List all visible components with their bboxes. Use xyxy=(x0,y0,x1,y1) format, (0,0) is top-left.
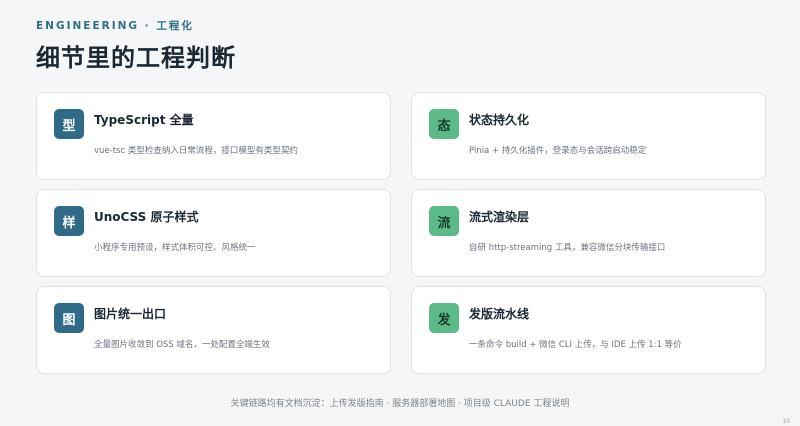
card-title: TypeScript 全量 xyxy=(94,113,194,127)
state-icon: 态 xyxy=(429,109,459,139)
feature-card-unocss: 样 UnoCSS 原子样式 小程序专用预设，样式体积可控、风格统一 xyxy=(36,189,391,277)
page-title: 细节里的工程判断 xyxy=(36,44,236,72)
card-title: 状态持久化 xyxy=(469,113,530,127)
style-icon: 样 xyxy=(54,206,84,236)
card-title: 图片统一出口 xyxy=(94,307,167,321)
feature-card-streaming: 流 流式渲染层 自研 http-streaming 工具，兼容微信分块传输接口 xyxy=(411,189,766,277)
footer-note: 关键链路均有文档沉淀：上传发版指南 · 服务器部署地图 · 项目级 CLAUDE… xyxy=(230,399,570,409)
feature-card-release: 发 发版流水线 一条命令 build + 微信 CLI 上传，与 IDE 上传 … xyxy=(411,286,766,374)
card-description: 小程序专用预设，样式体积可控、风格统一 xyxy=(94,243,256,253)
card-title: UnoCSS 原子样式 xyxy=(94,210,199,224)
card-description: vue-tsc 类型检查纳入日常流程，接口模型有类型契约 xyxy=(94,146,298,156)
stream-icon: 流 xyxy=(429,206,459,236)
card-description: 全量图片收敛到 OSS 域名，一处配置全端生效 xyxy=(94,340,270,350)
release-icon: 发 xyxy=(429,303,459,333)
card-description: Pinia + 持久化插件，登录态与会话跨启动稳定 xyxy=(469,146,647,156)
feature-card-state: 态 状态持久化 Pinia + 持久化插件，登录态与会话跨启动稳定 xyxy=(411,92,766,180)
page-number: 10 xyxy=(782,418,790,425)
card-title: 发版流水线 xyxy=(469,307,530,321)
section-eyebrow: ENGINEERING · 工程化 xyxy=(36,20,194,32)
image-icon: 图 xyxy=(54,303,84,333)
feature-grid: 型 TypeScript 全量 vue-tsc 类型检查纳入日常流程，接口模型有… xyxy=(36,92,766,374)
feature-card-images: 图 图片统一出口 全量图片收敛到 OSS 域名，一处配置全端生效 xyxy=(36,286,391,374)
feature-card-typescript: 型 TypeScript 全量 vue-tsc 类型检查纳入日常流程，接口模型有… xyxy=(36,92,391,180)
card-description: 自研 http-streaming 工具，兼容微信分块传输接口 xyxy=(469,243,666,253)
card-description: 一条命令 build + 微信 CLI 上传，与 IDE 上传 1:1 等价 xyxy=(469,340,682,350)
card-title: 流式渲染层 xyxy=(469,210,530,224)
type-icon: 型 xyxy=(54,109,84,139)
